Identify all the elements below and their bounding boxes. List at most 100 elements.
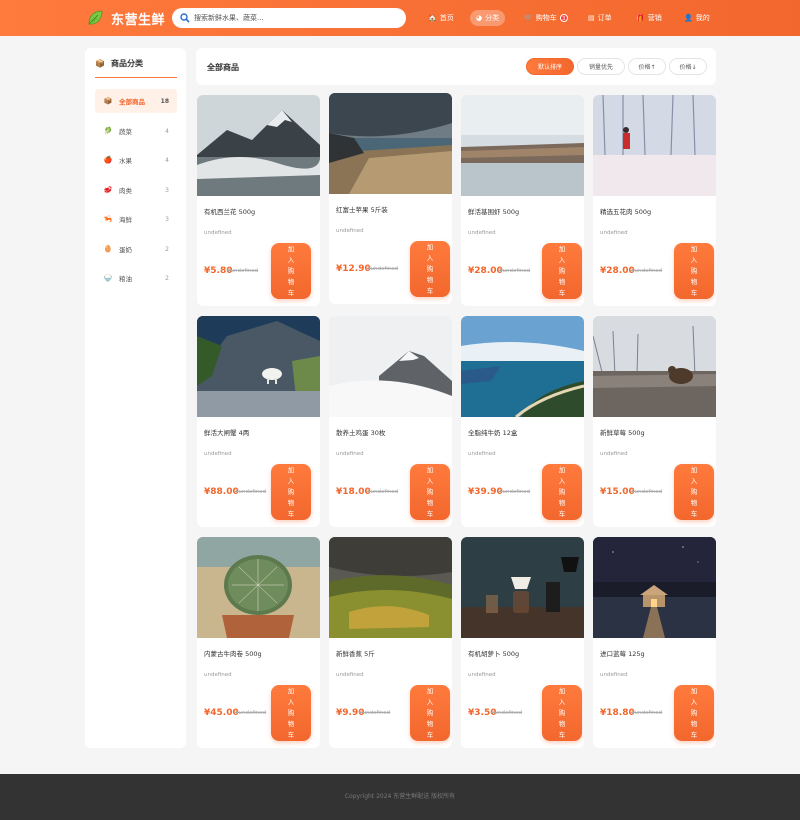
sidebar-item-label: 海鲜 — [119, 216, 132, 224]
product-name[interactable]: 内蒙古牛肉卷 500g — [204, 648, 262, 658]
product-name[interactable]: 散养土鸡蛋 30枚 — [336, 427, 385, 437]
nav-cart-label: 购物车 — [535, 14, 557, 22]
sidebar-item-label: 肉类 — [119, 187, 132, 195]
sort-price-desc-button[interactable]: 价格↓ — [669, 58, 707, 75]
product-name[interactable]: 红富士苹果 5斤装 — [336, 204, 388, 214]
product-image[interactable] — [461, 95, 584, 196]
meat-icon: 🥩 — [103, 186, 113, 194]
product-origin: undefined — [204, 451, 232, 457]
add-to-cart-button[interactable]: 加入购物车 — [271, 685, 311, 741]
sidebar-item-eggs-dairy[interactable]: 🥚 蛋奶 2 — [95, 237, 177, 261]
product-card[interactable]: 鲜活基围虾 500gundefined¥28.00¥undefined🛒加入购物… — [461, 95, 584, 306]
product-price: ¥28.00 — [600, 266, 635, 276]
add-to-cart-button[interactable]: 加入购物车 — [271, 464, 311, 520]
product-name[interactable]: 鲜活基围虾 500g — [468, 206, 519, 216]
product-name[interactable]: 有机胡萝卜 500g — [468, 648, 519, 658]
grid-icon: ◕ — [476, 14, 483, 22]
product-image[interactable] — [593, 537, 716, 638]
product-image[interactable] — [329, 316, 452, 417]
sidebar-item-vegetables[interactable]: 🥬 蔬菜 4 — [95, 119, 177, 143]
add-to-cart-button[interactable]: 加入购物车 — [674, 243, 714, 299]
user-icon: 👤 — [684, 14, 693, 22]
add-to-cart-button[interactable]: 加入购物车 — [410, 685, 450, 741]
product-card[interactable]: 有机胡萝卜 500gundefined¥3.50¥undefined🛒加入购物车 — [461, 537, 584, 748]
product-name[interactable]: 新鲜草莓 500g — [600, 427, 645, 437]
product-card[interactable]: 鲜活大闸蟹 4两undefined¥88.00¥undefined🛒加入购物车 — [197, 316, 320, 527]
search-bar[interactable] — [172, 8, 406, 28]
product-name[interactable]: 鲜活大闸蟹 4两 — [204, 427, 249, 437]
sidebar-item-meat[interactable]: 🥩 肉类 3 — [95, 178, 177, 202]
add-to-cart-button[interactable]: 加入购物车 — [674, 685, 714, 741]
product-card[interactable]: 进口蓝莓 125gundefined¥18.80¥undefined🛒加入购物车 — [593, 537, 716, 748]
page-title: 全部商品 — [207, 63, 239, 72]
sidebar-item-all[interactable]: 📦 全部商品 18 — [95, 89, 177, 113]
product-card[interactable]: 有机西兰花 500gundefined¥5.80¥undefined🛒加入购物车 — [197, 95, 320, 306]
product-origin: undefined — [336, 672, 364, 678]
product-card[interactable]: 内蒙古牛肉卷 500gundefined¥45.00¥undefined🛒加入购… — [197, 537, 320, 748]
product-card[interactable]: 新鲜草莓 500gundefined¥15.00¥undefined🛒加入购物车 — [593, 316, 716, 527]
product-card[interactable]: 散养土鸡蛋 30枚undefined¥18.00¥undefined🛒加入购物车 — [329, 316, 452, 527]
sidebar-item-label: 水果 — [119, 157, 132, 165]
product-price: ¥45.00 — [204, 708, 239, 718]
page-footer: Copyright 2024 东营生鲜配送 版权所有 — [0, 774, 800, 820]
order-icon: ▤ — [588, 14, 595, 22]
product-price: ¥15.00 — [600, 487, 635, 497]
product-card[interactable]: 新鲜香蕉 5斤undefined¥9.90¥undefined🛒加入购物车 — [329, 537, 452, 748]
apple-icon: 🍎 — [103, 156, 113, 164]
top-header: 东营生鲜 🏠 首页 ◕ 分类 🛒 购物车 3 ▤ 订单 🎁 营销 👤 我的 — [0, 0, 800, 36]
nav-cart[interactable]: 🛒 购物车 3 — [518, 10, 574, 26]
vegetable-icon: 🥬 — [103, 127, 113, 135]
product-name[interactable]: 新鲜香蕉 5斤 — [336, 648, 375, 658]
brand-name[interactable]: 东营生鲜 — [111, 9, 165, 28]
product-image[interactable] — [197, 316, 320, 417]
nav-category[interactable]: ◕ 分类 — [470, 10, 506, 26]
product-card[interactable]: 全脂纯牛奶 12盒undefined¥39.90¥undefined🛒加入购物车 — [461, 316, 584, 527]
add-to-cart-button[interactable]: 加入购物车 — [674, 464, 714, 520]
sidebar-title: 📦 商品分类 — [95, 58, 143, 69]
product-name[interactable]: 有机西兰花 500g — [204, 206, 255, 216]
product-image[interactable] — [461, 537, 584, 638]
add-to-cart-button[interactable]: 加入购物车 — [542, 685, 582, 741]
nav-marketing[interactable]: 🎁 营销 — [630, 10, 668, 26]
nav-orders[interactable]: ▤ 订单 — [582, 10, 618, 26]
sidebar-item-grain-oil[interactable]: 🍚 粮油 2 — [95, 266, 177, 290]
product-image[interactable] — [197, 95, 320, 196]
nav-category-label: 分类 — [485, 14, 500, 22]
product-name[interactable]: 进口蓝莓 125g — [600, 648, 645, 658]
nav-home-label: 首页 — [439, 14, 454, 22]
sidebar-item-label: 蔬菜 — [119, 128, 132, 136]
product-image[interactable] — [329, 93, 452, 194]
add-to-cart-button[interactable]: 加入购物车 — [410, 464, 450, 520]
sidebar-item-seafood[interactable]: 🦐 海鲜 3 — [95, 207, 177, 231]
sidebar-item-fruits[interactable]: 🍎 水果 4 — [95, 148, 177, 172]
product-name[interactable]: 精选五花肉 500g — [600, 206, 651, 216]
sidebar-item-count: 18 — [160, 97, 169, 105]
product-original-price: ¥undefined — [491, 710, 523, 716]
product-card[interactable]: 红富士苹果 5斤装undefined¥12.90¥undefined🛒加入购物车 — [329, 93, 452, 304]
product-image[interactable] — [593, 95, 716, 196]
search-input[interactable] — [194, 10, 394, 26]
sidebar-title-text: 商品分类 — [110, 59, 143, 68]
product-image[interactable] — [461, 316, 584, 417]
sort-price-asc-button[interactable]: 价格↑ — [628, 58, 666, 75]
add-to-cart-button[interactable]: 加入购物车 — [542, 464, 582, 520]
nav-home[interactable]: 🏠 首页 — [422, 10, 460, 26]
add-to-cart-button[interactable]: 加入购物车 — [542, 243, 582, 299]
product-card[interactable]: 精选五花肉 500gundefined¥28.00¥undefined🛒加入购物… — [593, 95, 716, 306]
product-image[interactable] — [197, 537, 320, 638]
box-icon: 📦 — [95, 59, 105, 68]
product-price: ¥18.80 — [600, 708, 635, 718]
add-to-cart-button[interactable]: 加入购物车 — [410, 241, 450, 297]
sort-sales-button[interactable]: 销量优先 — [577, 58, 625, 75]
search-icon[interactable] — [180, 13, 190, 23]
leaf-logo-icon[interactable] — [86, 9, 104, 27]
sidebar-item-label: 蛋奶 — [119, 246, 132, 254]
product-image[interactable] — [593, 316, 716, 417]
product-name[interactable]: 全脂纯牛奶 12盒 — [468, 427, 517, 437]
sort-default-button[interactable]: 默认排序 — [526, 58, 574, 75]
nav-profile[interactable]: 👤 我的 — [678, 10, 716, 26]
home-icon: 🏠 — [428, 14, 437, 22]
product-image[interactable] — [329, 537, 452, 638]
add-to-cart-button[interactable]: 加入购物车 — [271, 243, 311, 299]
product-original-price: ¥undefined — [499, 489, 531, 495]
